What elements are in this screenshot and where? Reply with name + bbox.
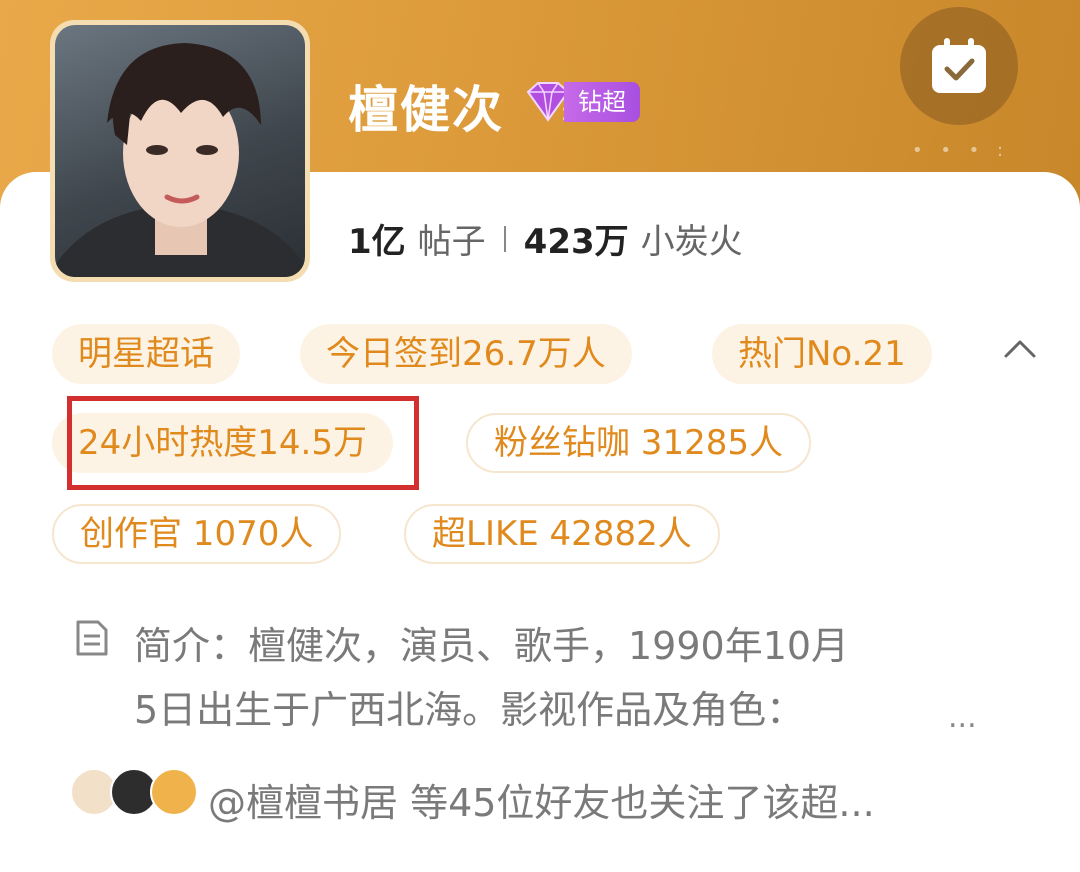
page-title: 檀健次	[348, 81, 504, 139]
highlight-box	[67, 396, 419, 490]
stats-divider	[503, 225, 506, 252]
fans-count: 423万	[523, 222, 629, 262]
avatar-photo	[55, 25, 305, 277]
intro-line-1: 简介：檀健次，演员、歌手，1990年10月	[134, 624, 850, 668]
stats-row: 1亿 帖子 423万 小炭火	[348, 214, 743, 263]
friends-following-text[interactable]: @檀檀书居 等45位好友也关注了该超...	[208, 772, 875, 827]
checkin-button[interactable]	[900, 7, 1018, 125]
calendar-check-icon	[932, 38, 986, 93]
document-icon	[76, 620, 108, 656]
tag-fan-diamond[interactable]: 粉丝钻咖 31285人	[466, 413, 811, 473]
tag-creator[interactable]: 创作官 1070人	[52, 504, 342, 564]
tag-star-super-topic[interactable]: 明星超话	[52, 324, 240, 384]
intro-expand[interactable]: ...	[948, 700, 977, 735]
intro-line-2: 5日出生于广西北海。影视作品及角色：	[134, 688, 805, 732]
decorative-dots: • • • :	[912, 140, 1010, 161]
tag-hot-rank[interactable]: 热门No.21	[712, 324, 932, 384]
badge-label: 钻超	[564, 82, 640, 122]
avatar	[150, 768, 198, 816]
portrait-illustration	[55, 43, 305, 277]
tag-super-like[interactable]: 超LIKE 42882人	[404, 504, 720, 564]
posts-label: 帖子	[417, 222, 486, 262]
tag-daily-checkin[interactable]: 今日签到26.7万人	[300, 324, 632, 384]
intro-text[interactable]: 简介：檀健次，演员、歌手，1990年10月 5日出生于广西北海。影视作品及角色：	[134, 614, 984, 742]
posts-count: 1亿	[348, 222, 406, 262]
fans-label: 小炭火	[640, 222, 743, 262]
chevron-up-icon[interactable]	[1000, 334, 1040, 364]
avatar[interactable]	[50, 20, 310, 282]
friend-avatars[interactable]	[70, 768, 198, 816]
diamond-super-badge[interactable]: 2 钻超	[522, 80, 640, 124]
